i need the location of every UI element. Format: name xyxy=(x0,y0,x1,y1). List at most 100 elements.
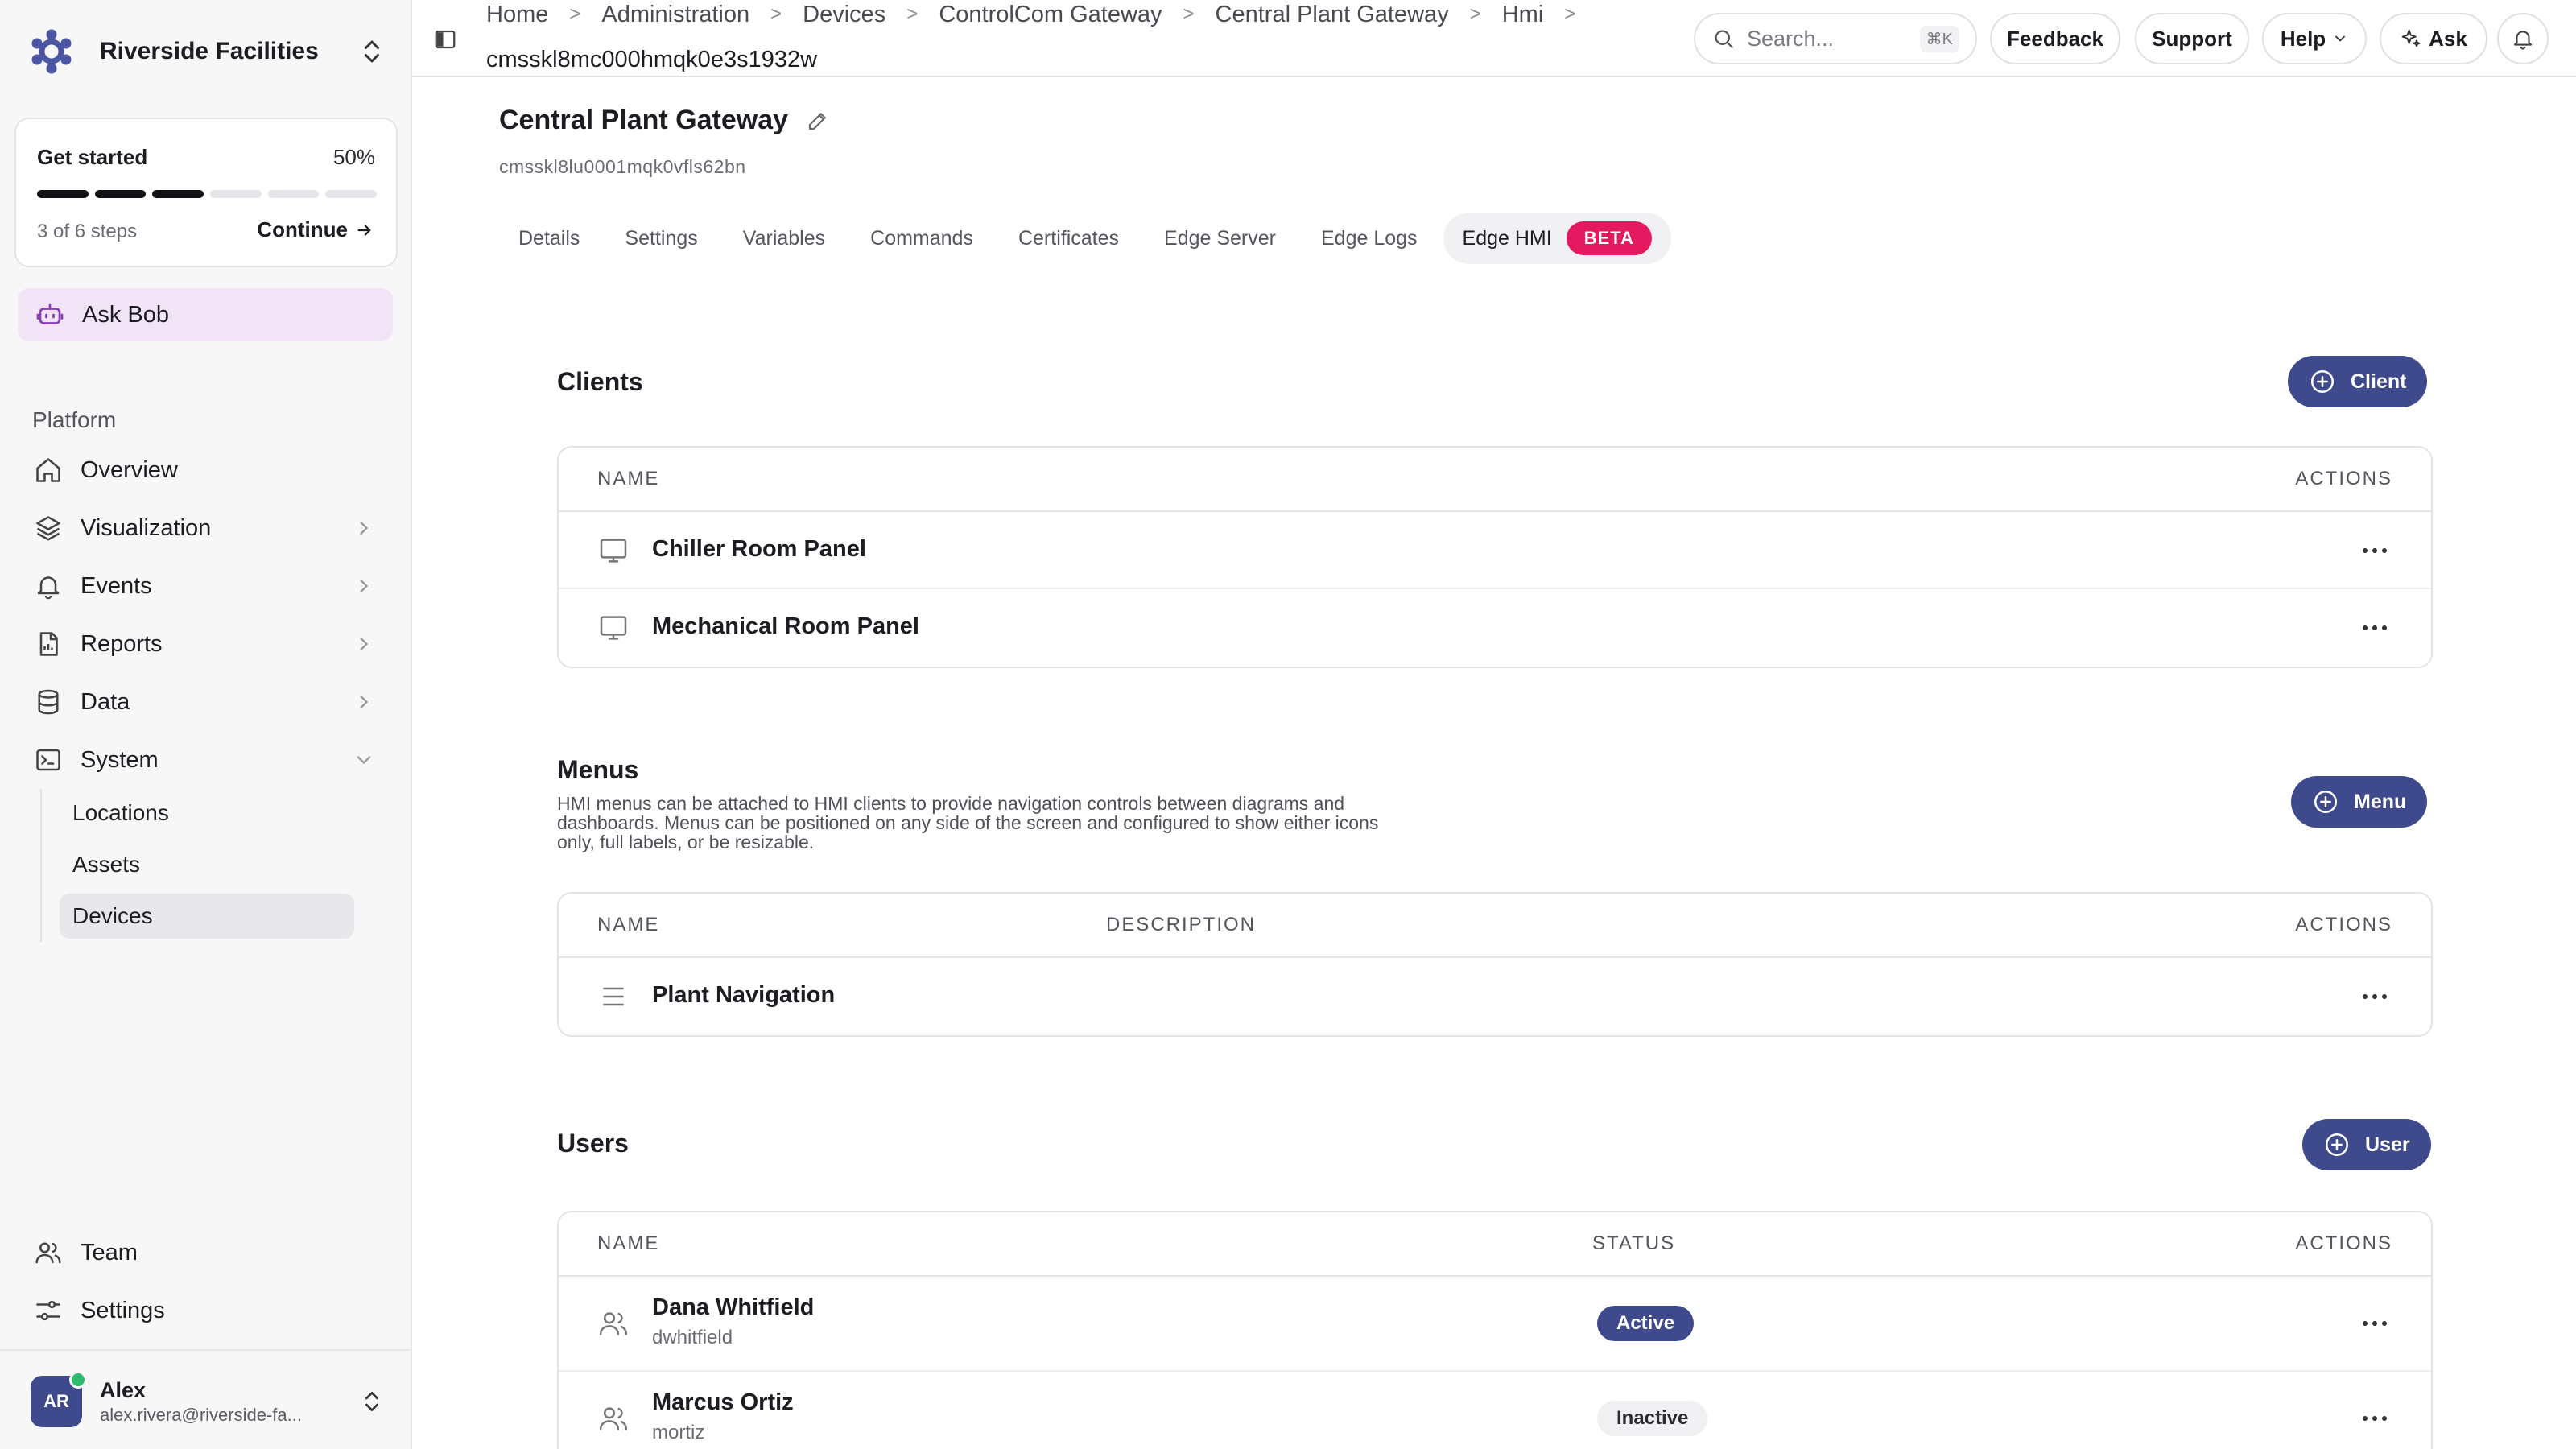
app: Riverside Facilities Get started 50% 3 o… xyxy=(0,0,2576,1449)
online-status-dot xyxy=(69,1371,87,1389)
nav-label: Reports xyxy=(80,630,163,657)
help-button[interactable]: Help xyxy=(2262,13,2367,64)
monitor-icon xyxy=(600,616,627,640)
nav-reports[interactable]: Reports xyxy=(18,618,393,670)
tab-edge-server[interactable]: Edge Server xyxy=(1145,213,1295,264)
add-menu-label: Menu xyxy=(2354,790,2407,813)
breadcrumb-separator: > xyxy=(906,3,919,25)
user-menu[interactable]: AR Alex alex.rivera@riverside-fa... xyxy=(31,1371,385,1430)
edit-pencil-icon[interactable] xyxy=(806,109,830,133)
monitor-icon xyxy=(600,539,627,563)
sidebar-toggle-icon[interactable] xyxy=(433,27,457,52)
add-menu-button[interactable]: Menu xyxy=(2291,776,2428,828)
breadcrumb-central-plant-gateway[interactable]: Central Plant Gateway xyxy=(1216,2,1449,28)
tab-edge-hmi[interactable]: Edge HMI BETA xyxy=(1443,213,1671,264)
add-client-button[interactable]: Client xyxy=(2288,356,2428,407)
avatar-initials: AR xyxy=(43,1391,69,1411)
chevron-down-icon xyxy=(357,756,371,765)
add-user-label: User xyxy=(2365,1133,2410,1156)
get-started-title: Get started xyxy=(37,145,148,169)
ask-bob-button[interactable]: Ask Bob xyxy=(18,288,393,341)
more-actions-icon[interactable] xyxy=(2360,546,2389,555)
layers-icon xyxy=(36,516,60,541)
table-row[interactable]: Plant Navigation xyxy=(559,958,2431,1035)
sidebar: Riverside Facilities Get started 50% 3 o… xyxy=(0,0,412,1449)
sidebar-divider xyxy=(0,1349,412,1351)
chevron-down-icon xyxy=(2335,35,2346,42)
report-icon xyxy=(39,632,58,656)
chevron-right-icon xyxy=(360,521,369,535)
column-name: NAME xyxy=(597,914,660,935)
table-row[interactable]: Mechanical Room Panel xyxy=(559,589,2431,667)
nav-team[interactable]: Team xyxy=(18,1227,393,1278)
breadcrumb-separator: > xyxy=(1183,3,1195,25)
add-client-label: Client xyxy=(2351,369,2407,393)
avatar: AR xyxy=(31,1371,87,1427)
user-name: Alex xyxy=(100,1377,147,1402)
tab-bar: Details Settings Variables Commands Cert… xyxy=(499,213,1678,264)
page-title-text: Central Plant Gateway xyxy=(499,105,789,135)
more-actions-icon[interactable] xyxy=(2360,1414,2389,1423)
breadcrumb-controlcom-gateway[interactable]: ControlCom Gateway xyxy=(939,2,1162,28)
help-label: Help xyxy=(2280,26,2326,51)
table-row[interactable]: Marcus Ortiz mortiz Inactive xyxy=(559,1372,2431,1449)
breadcrumb-administration[interactable]: Administration xyxy=(601,2,749,28)
breadcrumb-hmi[interactable]: Hmi xyxy=(1502,2,1544,28)
plus-circle-icon xyxy=(2310,369,2334,394)
nav-devices[interactable]: Devices xyxy=(60,894,354,939)
user-meta: Alex alex.rivera@riverside-fa... xyxy=(100,1378,359,1426)
tab-commands[interactable]: Commands xyxy=(851,213,993,264)
progress-segment xyxy=(267,190,320,198)
tab-certificates[interactable]: Certificates xyxy=(999,213,1138,264)
nav-visualization[interactable]: Visualization xyxy=(18,502,393,554)
more-actions-icon[interactable] xyxy=(2360,623,2389,633)
nav-assets[interactable]: Assets xyxy=(60,842,354,887)
plus-circle-icon xyxy=(2325,1133,2349,1157)
breadcrumb-separator: > xyxy=(569,3,581,25)
breadcrumb-home[interactable]: Home xyxy=(486,2,548,28)
column-status: STATUS xyxy=(1592,1232,1676,1254)
tab-variables[interactable]: Variables xyxy=(724,213,844,264)
org-logo-icon xyxy=(31,29,72,74)
get-started-percent: 50% xyxy=(332,145,375,169)
nav-label: Settings xyxy=(80,1297,165,1323)
nav-overview[interactable]: Overview xyxy=(18,444,393,496)
nav-data[interactable]: Data xyxy=(18,676,393,728)
table-row[interactable]: Dana Whitfield dwhitfield Active xyxy=(559,1277,2431,1372)
add-user-button[interactable]: User xyxy=(2302,1119,2431,1170)
tab-details[interactable]: Details xyxy=(499,213,599,264)
search-icon xyxy=(1715,30,1733,48)
plus-circle-icon xyxy=(2314,790,2338,814)
table-header: NAME ACTIONS xyxy=(559,448,2431,512)
tab-settings[interactable]: Settings xyxy=(605,213,716,264)
feedback-button[interactable]: Feedback xyxy=(1990,13,2120,64)
progress-segment xyxy=(152,190,204,198)
chevron-right-icon xyxy=(360,637,369,651)
breadcrumb-current: cmsskl8mc000hmqk0e3s1932w xyxy=(486,47,818,72)
more-actions-icon[interactable] xyxy=(2360,1319,2389,1328)
clients-table: NAME ACTIONS Chiller Room Panel Mechanic… xyxy=(557,446,2433,668)
tab-edge-logs[interactable]: Edge Logs xyxy=(1302,213,1437,264)
notifications-button[interactable] xyxy=(2497,13,2549,64)
org-switcher[interactable]: Riverside Facilities xyxy=(26,24,386,79)
ask-label: Ask xyxy=(2429,26,2467,51)
search-input[interactable]: Search... ⌘K xyxy=(1694,13,1977,64)
support-button[interactable]: Support xyxy=(2135,13,2249,64)
more-actions-icon[interactable] xyxy=(2360,992,2389,1001)
menu-lines-icon xyxy=(603,987,624,1006)
nav-events[interactable]: Events xyxy=(18,560,393,612)
breadcrumb-devices[interactable]: Devices xyxy=(803,2,886,28)
nav-locations[interactable]: Locations xyxy=(60,791,354,836)
continue-button[interactable]: Continue xyxy=(257,217,374,242)
nav-system[interactable]: System xyxy=(18,734,393,786)
nav-label: Visualization xyxy=(80,514,212,541)
tab-edge-hmi-label: Edge HMI xyxy=(1462,226,1552,250)
column-actions: ACTIONS xyxy=(2295,914,2392,935)
nav-label: Overview xyxy=(80,456,178,483)
table-row[interactable]: Chiller Room Panel xyxy=(559,512,2431,589)
device-id: cmsskl8lu0001mqk0vfls62bn xyxy=(499,156,746,177)
chevron-right-icon xyxy=(360,579,369,593)
users-icon xyxy=(599,1312,628,1335)
nav-settings[interactable]: Settings xyxy=(18,1285,393,1336)
ask-button[interactable]: Ask xyxy=(2380,13,2487,64)
